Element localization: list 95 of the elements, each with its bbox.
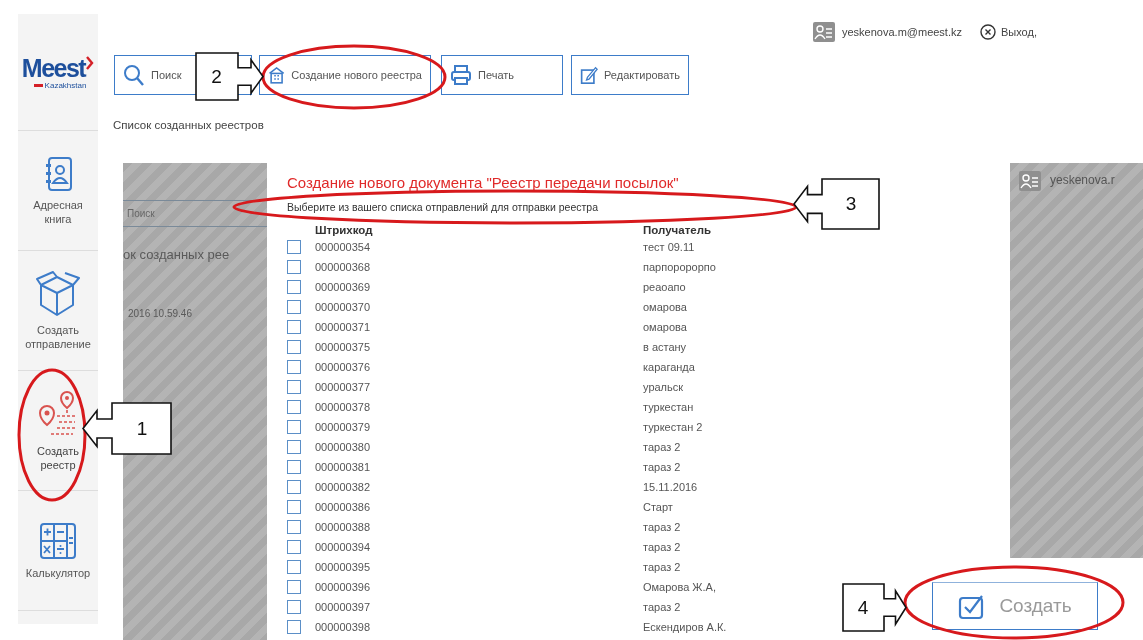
table-cell-text: тараз 2 (643, 440, 681, 455)
checkbox[interactable] (287, 540, 301, 554)
dialog-title: Создание нового документа "Реестр передачи посылок" (287, 173, 679, 193)
checkbox[interactable] (287, 440, 301, 454)
table-cell-text: 000000376 (315, 360, 371, 375)
checkbox[interactable] (287, 600, 301, 614)
building-icon (268, 64, 286, 86)
sidebar-item[interactable]: Адресная книга (18, 131, 98, 251)
logo-subtitle: Kazakhstan (44, 80, 87, 90)
checkbox[interactable] (287, 400, 301, 414)
table-cell-text: 000000377 (315, 380, 371, 395)
close-icon (980, 24, 996, 40)
checkbox[interactable] (287, 260, 301, 274)
user-email: yeskenova.m@meest.kz (842, 26, 962, 38)
step-number: 2 (211, 66, 222, 87)
section-title: Список созданных реестров (113, 119, 265, 131)
table-cell-text: 000000354 (315, 240, 371, 255)
toolbar-button[interactable]: Создание нового реестра (259, 55, 431, 95)
step-number: 1 (136, 418, 148, 439)
box-icon (35, 270, 81, 317)
search-icon (123, 64, 145, 86)
dialog-subtitle: Выберите из вашего списка отправлений для отправки реестра (287, 200, 598, 214)
table-cell-text: туркестан 2 (643, 420, 703, 435)
table-cell-text: тараз 2 (643, 560, 681, 575)
table-cell-text: уральск (643, 380, 684, 395)
checkbox[interactable] (287, 560, 301, 574)
table-cell-text: парпоророрпо (643, 260, 716, 275)
page-heading: ок созданных рее (123, 247, 231, 262)
edit-icon (580, 64, 598, 86)
printer-icon (450, 64, 472, 86)
sidebar-item[interactable]: Калькулятор (18, 491, 98, 611)
checkbox[interactable] (287, 460, 301, 474)
chevron-icon (85, 54, 95, 71)
table-cell-text: тараз 2 (643, 600, 681, 615)
table-cell-text: 000000379 (315, 420, 371, 435)
table-cell-text: тараз 2 (643, 460, 681, 475)
table-cell-text: 000000395 (315, 560, 371, 575)
checkbox[interactable] (287, 420, 301, 434)
column-header: Получатель (643, 223, 712, 237)
checkbox[interactable] (287, 500, 301, 514)
table-cell-text: 000000369 (315, 280, 371, 295)
table-cell-text: Омарова Ж.А, (643, 580, 716, 595)
user-card-icon (812, 21, 836, 43)
checkbox[interactable] (287, 300, 301, 314)
user-card-icon (1018, 170, 1042, 192)
checkbox[interactable] (287, 520, 301, 534)
table-cell-text: 000000397 (315, 600, 371, 615)
table-cell-text: 15.11.2016 (643, 480, 698, 495)
table-cell-text: тараз 2 (643, 520, 681, 535)
callout-tooltip (195, 52, 264, 101)
checkbox[interactable] (287, 620, 301, 634)
toolbar-button[interactable]: Редактировать (571, 55, 689, 95)
checkbox[interactable] (287, 280, 301, 294)
checkbox[interactable] (287, 340, 301, 354)
sidebar-item[interactable]: Создать отправление (18, 251, 98, 371)
table-cell-text: омарова (643, 320, 687, 335)
user-email: yeskenova.r (1050, 172, 1115, 189)
checkbox[interactable] (287, 240, 301, 254)
table-cell-text: туркестан (643, 400, 694, 415)
table-cell-text: 000000398 (315, 620, 371, 635)
brand-logo: Meest (21, 54, 86, 81)
table-cell-text: 000000388 (315, 520, 371, 535)
table-cell-text: 000000375 (315, 340, 371, 355)
column-header: Штрихкод (315, 223, 373, 237)
logout-link[interactable]: Выход, (980, 24, 1037, 40)
table-cell-text: 000000394 (315, 540, 371, 555)
callout-tooltip (842, 583, 907, 632)
table-cell-text: Ескендиров А.К. (643, 620, 727, 635)
calculator-icon (39, 521, 77, 560)
table-cell-text: 000000381 (315, 460, 371, 475)
table-cell-text: 000000378 (315, 400, 371, 415)
table-cell-text: 000000368 (315, 260, 371, 275)
table-cell-text: 000000380 (315, 440, 371, 455)
checkbox[interactable] (287, 360, 301, 374)
table-cell-text: омарова (643, 300, 687, 315)
table-cell-text: 000000382 (315, 480, 371, 495)
checkbox[interactable] (287, 320, 301, 334)
step-number: 4 (857, 597, 869, 618)
table-cell-text: тест 09.11 (643, 240, 695, 255)
toolbar-button[interactable]: Печать (441, 55, 563, 95)
table-cell-text: 000000370 (315, 300, 371, 315)
checkbox[interactable] (287, 580, 301, 594)
table-cell-text: 000000371 (315, 320, 371, 335)
table-cell-text: 000000396 (315, 580, 371, 595)
table-cell-text: 000000386 (315, 500, 371, 515)
table-cell-text: тараз 2 (643, 540, 681, 555)
date-text: 2016 10.59.46 (128, 308, 193, 319)
step-number: 3 (845, 194, 857, 214)
table-cell-text: караганда (643, 360, 695, 375)
logo-bar (33, 83, 43, 87)
table-cell-text: реаоапо (643, 280, 686, 295)
table-cell-text: Старт (643, 500, 673, 515)
checkbox[interactable] (287, 380, 301, 394)
checkbox[interactable] (287, 480, 301, 494)
table-cell-text: в астану (643, 340, 687, 355)
